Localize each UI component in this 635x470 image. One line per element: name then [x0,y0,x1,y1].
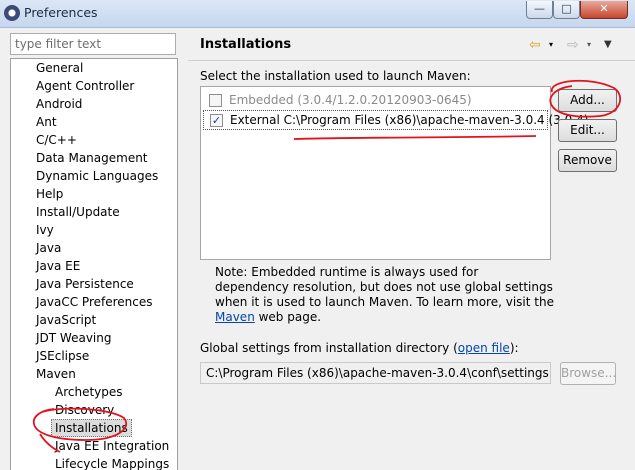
minimize-button[interactable]: — [526,1,553,19]
global-settings-path-field: C:\Program Files (x86)\apache-maven-3.0.… [200,362,551,384]
tree-item-c-cpp[interactable]: C/C++ [33,131,80,149]
browse-button: Browse... [560,362,616,385]
tree-item-javacc-preferences[interactable]: JavaCC Preferences [33,293,156,311]
preferences-tree: General Agent Controller Android Ant C/C… [10,58,178,470]
open-file-link[interactable]: open file [458,341,510,355]
tree-item-android[interactable]: Android [33,95,85,113]
maximize-button[interactable]: □ [553,1,580,19]
tree-item-javascript[interactable]: JavaScript [33,311,99,329]
installation-row-external[interactable]: ✓ External C:\Program Files (x86)\apache… [203,110,588,130]
tree-item-install-update[interactable]: Install/Update [33,203,123,221]
close-button[interactable]: ✕ [580,1,628,19]
tree-item-java-ee-integration[interactable]: Java EE Integration [52,437,172,455]
installation-external-label: External C:\Program Files (x86)\apache-m… [230,113,589,127]
tree-item-lifecycle-mappings[interactable]: Lifecycle Mappings [52,455,172,470]
installations-label: Select the installation used to launch M… [200,69,471,83]
add-button[interactable]: Add... [558,89,617,112]
installations-list: Embedded (3.0.4/1.2.0.20120903-0645) ✓ E… [200,86,588,260]
checkbox-external[interactable]: ✓ [210,114,223,127]
tree-item-discovery[interactable]: Discovery [52,401,117,419]
tree-item-java[interactable]: Java [33,239,64,257]
maven-link[interactable]: Maven [215,310,255,324]
tree-item-ant[interactable]: Ant [33,113,60,131]
window-title: Preferences [24,5,98,20]
checkbox-embedded[interactable] [209,94,222,107]
tree-item-help[interactable]: Help [33,185,66,203]
tree-item-jdt-weaving[interactable]: JDT Weaving [33,329,114,347]
tree-item-jseclipse[interactable]: JSEclipse [33,347,92,365]
global-settings-label: Global settings from installation direct… [200,341,519,355]
remove-button[interactable]: Remove [558,149,617,172]
forward-history-dropdown-icon[interactable]: ▾ [587,38,591,52]
global-settings-text-end: ): [509,341,519,355]
edit-button[interactable]: Edit... [558,119,617,142]
back-history-dropdown-icon[interactable]: ▾ [549,38,553,52]
tree-item-archetypes[interactable]: Archetypes [52,383,126,401]
embedded-runtime-note: Note: Embedded runtime is always used fo… [215,265,555,325]
filter-input[interactable]: type filter text [10,33,176,55]
back-arrow-icon[interactable]: ⇦ [529,38,541,52]
tree-item-dynamic-languages[interactable]: Dynamic Languages [33,167,161,185]
tree-item-java-ee[interactable]: Java EE [33,257,83,275]
view-menu-icon[interactable]: ▼ [604,38,612,52]
tree-item-java-persistence[interactable]: Java Persistence [33,275,137,293]
title-bar: Preferences — □ ✕ [0,0,635,28]
tree-item-data-management[interactable]: Data Management [33,149,151,167]
header-divider [188,60,635,61]
note-text: Note: Embedded runtime is always used fo… [215,265,554,309]
installation-embedded-label: Embedded (3.0.4/1.2.0.20120903-0645) [229,93,472,107]
tree-item-ivy[interactable]: Ivy [33,221,57,239]
installation-row-embedded[interactable]: Embedded (3.0.4/1.2.0.20120903-0645) [203,91,548,111]
page-title: Installations [200,37,292,52]
tree-item-agent-controller[interactable]: Agent Controller [33,77,137,95]
tree-item-maven[interactable]: Maven [33,365,79,383]
forward-arrow-icon: ⇨ [567,37,579,53]
note-text-end: web page. [254,310,322,324]
tree-item-general[interactable]: General [33,59,86,77]
global-settings-text: Global settings from installation direct… [200,341,458,355]
eclipse-icon [4,5,20,21]
tree-item-installations[interactable]: Installations [51,419,132,437]
